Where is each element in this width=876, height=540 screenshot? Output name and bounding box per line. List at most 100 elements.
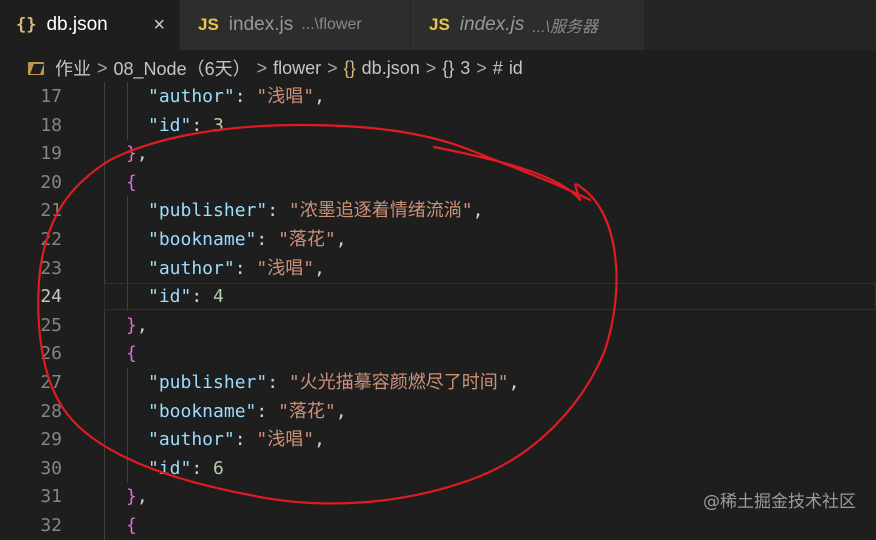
punctuation-token: , (508, 372, 520, 393)
json-key: "id" (148, 114, 192, 136)
indent-guide (127, 196, 128, 226)
brace-token: } (126, 143, 137, 165)
indent-guide (127, 82, 128, 111)
line-number: 27 (40, 372, 62, 393)
code-text: "id": 4 (148, 282, 224, 311)
tab-index-js-server[interactable]: JS index.js ...\服务器 (411, 0, 645, 50)
code-line[interactable]: 20 { (0, 167, 876, 197)
punctuation-token: : (234, 429, 257, 451)
json-string: "火光描摹容颜燃尽了时间" (288, 372, 509, 393)
json-number: 3 (213, 114, 224, 136)
breadcrumb-item[interactable]: flower (273, 58, 321, 79)
punctuation-token: , (136, 143, 148, 165)
indent-guide (127, 453, 128, 483)
indent-guide (104, 453, 105, 483)
line-number: 17 (40, 86, 62, 107)
breadcrumb-item[interactable]: id (509, 58, 523, 79)
code-text: { (126, 168, 137, 197)
line-number: 32 (40, 515, 62, 536)
punctuation-token: : (191, 286, 214, 308)
code-editor[interactable]: 17 "author": "浅唱", 18 "id": 3 19}, 20{21 "publ… (0, 82, 876, 540)
indent-guide (104, 110, 105, 140)
breadcrumb-item[interactable]: 3 (460, 58, 470, 79)
code-line[interactable]: 29 "author": "浅唱", (0, 425, 876, 455)
code-text: }, (126, 482, 148, 511)
code-text: "bookname": "落花", (148, 397, 347, 426)
code-line[interactable]: 23 "author": "浅唱", (0, 253, 876, 283)
code-line[interactable]: 30 "id": 6 (0, 453, 876, 483)
indent-guide (104, 339, 105, 369)
indent-guide (104, 253, 105, 283)
code-line[interactable]: 32 { (0, 511, 876, 540)
punctuation-token: : (267, 372, 289, 393)
indent-guide (127, 253, 128, 283)
punctuation-token: , (335, 229, 347, 250)
json-key: "id" (148, 457, 192, 479)
indent-guide (127, 368, 128, 397)
line-number: 24 (40, 286, 62, 308)
tab-index-js-flower[interactable]: JS index.js ...\flower (180, 0, 411, 50)
json-key: "bookname" (148, 229, 257, 250)
chevron-right-icon: > (327, 57, 338, 78)
code-line[interactable]: 24 "id": 4 (0, 282, 876, 312)
punctuation-token: : (267, 200, 289, 222)
code-text: "author": "浅唱", (148, 82, 325, 111)
indent-guide (104, 167, 105, 197)
indent-guide (127, 110, 128, 140)
punctuation-token: : (256, 400, 279, 422)
chevron-right-icon: > (425, 57, 437, 78)
json-string: "落花" (278, 400, 336, 422)
punctuation-token: , (314, 86, 325, 107)
code-line[interactable]: 26 { (0, 339, 876, 369)
code-line[interactable]: 17 "author": "浅唱", (0, 82, 876, 111)
code-line[interactable]: 25}, (0, 310, 876, 340)
tab-db-json[interactable]: {} db.json × (0, 0, 180, 50)
code-line[interactable]: 22 "bookname": "落花", (0, 225, 876, 254)
code-line[interactable]: 28 "bookname": "落花", (0, 396, 876, 426)
json-string: "浅唱" (256, 86, 315, 107)
code-text: "id": 6 (148, 454, 224, 483)
punctuation-token: : (234, 257, 257, 279)
json-key: "publisher" (148, 372, 268, 393)
indent-guide (127, 425, 128, 455)
punctuation-token: : (191, 457, 214, 479)
indent-guide (104, 482, 105, 512)
json-file-icon: {} (343, 57, 356, 78)
breadcrumb: 作业 > 08_Node（6天） > flower > {} db.json >… (0, 50, 876, 86)
close-icon[interactable]: × (153, 14, 179, 37)
code-line[interactable]: 18 "id": 3 (0, 110, 876, 140)
tab-label: index.js (228, 14, 294, 35)
brace-token: } (126, 486, 137, 508)
punctuation-token: , (136, 486, 148, 508)
breadcrumb-item[interactable]: 作业 (55, 55, 91, 81)
breadcrumb-item[interactable]: 08_Node（6天） (114, 55, 251, 81)
line-number: 28 (40, 400, 62, 422)
code-line[interactable]: 21 "publisher": "浓墨追逐着情绪流淌", (0, 196, 876, 226)
indent-guide (104, 396, 105, 426)
code-text: "publisher": "火光描摹容颜燃尽了时间", (148, 368, 519, 397)
code-text: { (126, 511, 137, 540)
indent-guide (104, 310, 105, 340)
line-number: 26 (40, 343, 62, 365)
json-key: "author" (148, 257, 235, 279)
chevron-right-icon: > (476, 57, 487, 78)
breadcrumb-item[interactable]: db.json (362, 58, 420, 79)
tab-path: ...\服务器 (532, 19, 599, 36)
indent-guide (104, 368, 105, 397)
line-number: 30 (40, 457, 62, 479)
js-file-icon: JS (198, 15, 219, 34)
code-text: "bookname": "落花", (148, 225, 347, 254)
line-number: 29 (40, 429, 62, 451)
punctuation-token: , (314, 257, 325, 279)
code-line[interactable]: 19}, (0, 139, 876, 169)
punctuation-token: : (256, 229, 279, 250)
json-string: "落花" (278, 229, 336, 250)
code-text: "publisher": "浓墨追逐着情绪流淌", (148, 196, 483, 225)
json-key: "bookname" (148, 400, 257, 422)
code-text: "id": 3 (148, 111, 224, 140)
code-line[interactable]: 27 "publisher": "火光描摹容颜燃尽了时间", (0, 368, 876, 397)
indent-guide (127, 225, 128, 254)
indent-guide (104, 196, 105, 226)
tab-path: ...\flower (301, 16, 362, 33)
json-key: "publisher" (148, 200, 268, 222)
